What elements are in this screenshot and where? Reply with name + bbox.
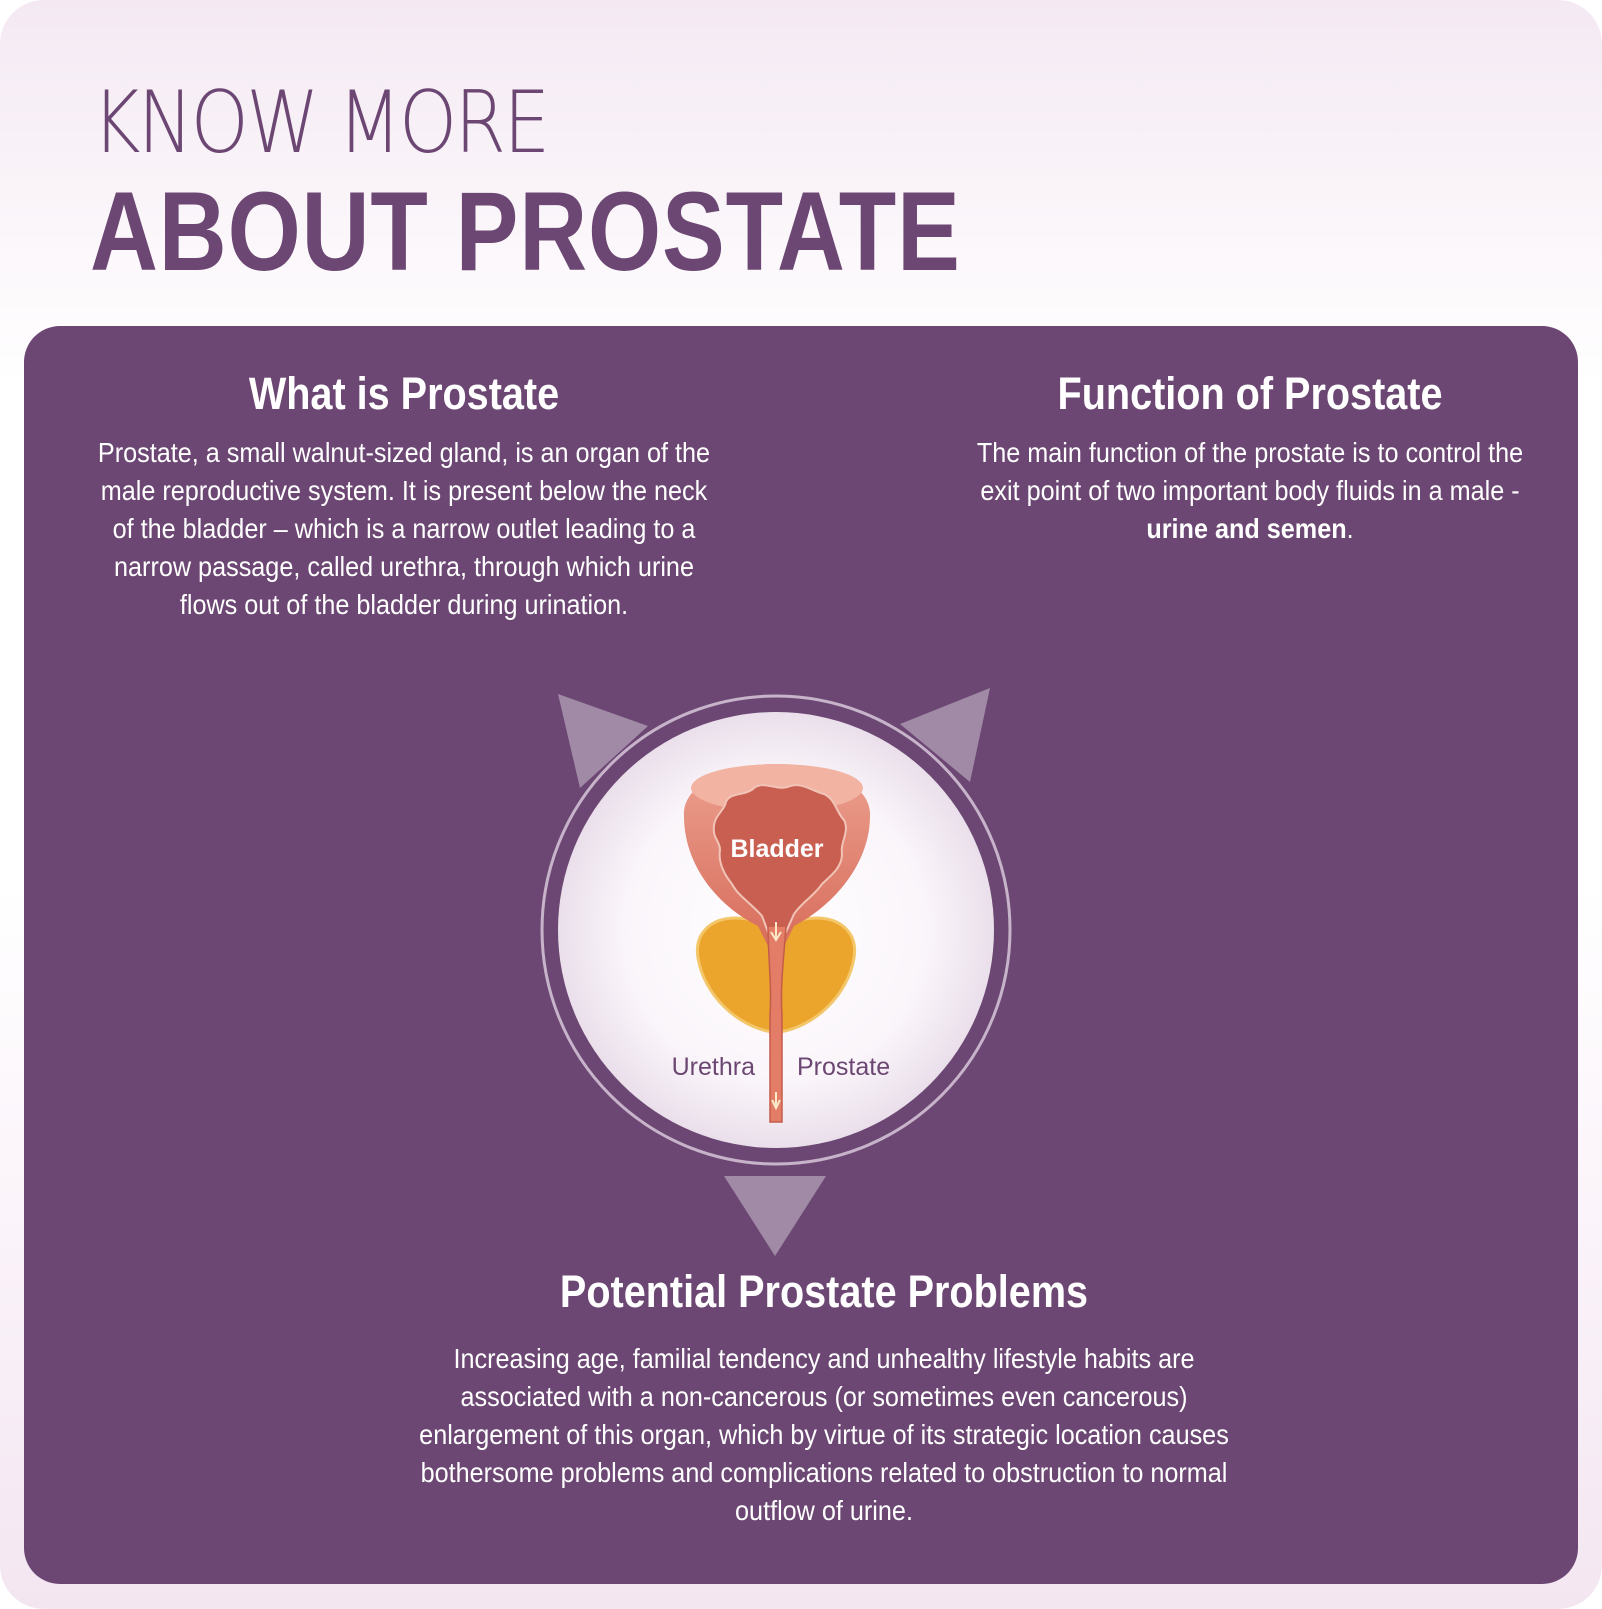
arrow-down-icon <box>724 1176 826 1256</box>
infographic: KNOW MORE ABOUT PROSTATE What is Prostat… <box>0 0 1602 1609</box>
potential-problems-text: Increasing age, familial tendency and un… <box>419 1342 1229 1526</box>
urethra-label: Urethra <box>672 1053 755 1081</box>
title-about-prostate: ABOUT PROSTATE <box>90 169 961 294</box>
potential-problems-section: Potential Prostate Problems Increasing a… <box>354 1266 1294 1530</box>
prostate-label: Prostate <box>797 1053 890 1081</box>
potential-problems-heading: Potential Prostate Problems <box>559 1266 1089 1317</box>
title-know-more: KNOW MORE <box>92 73 550 173</box>
content-panel: What is Prostate Prostate, a small walnu… <box>24 326 1578 1584</box>
bladder-label: Bladder <box>730 835 823 863</box>
